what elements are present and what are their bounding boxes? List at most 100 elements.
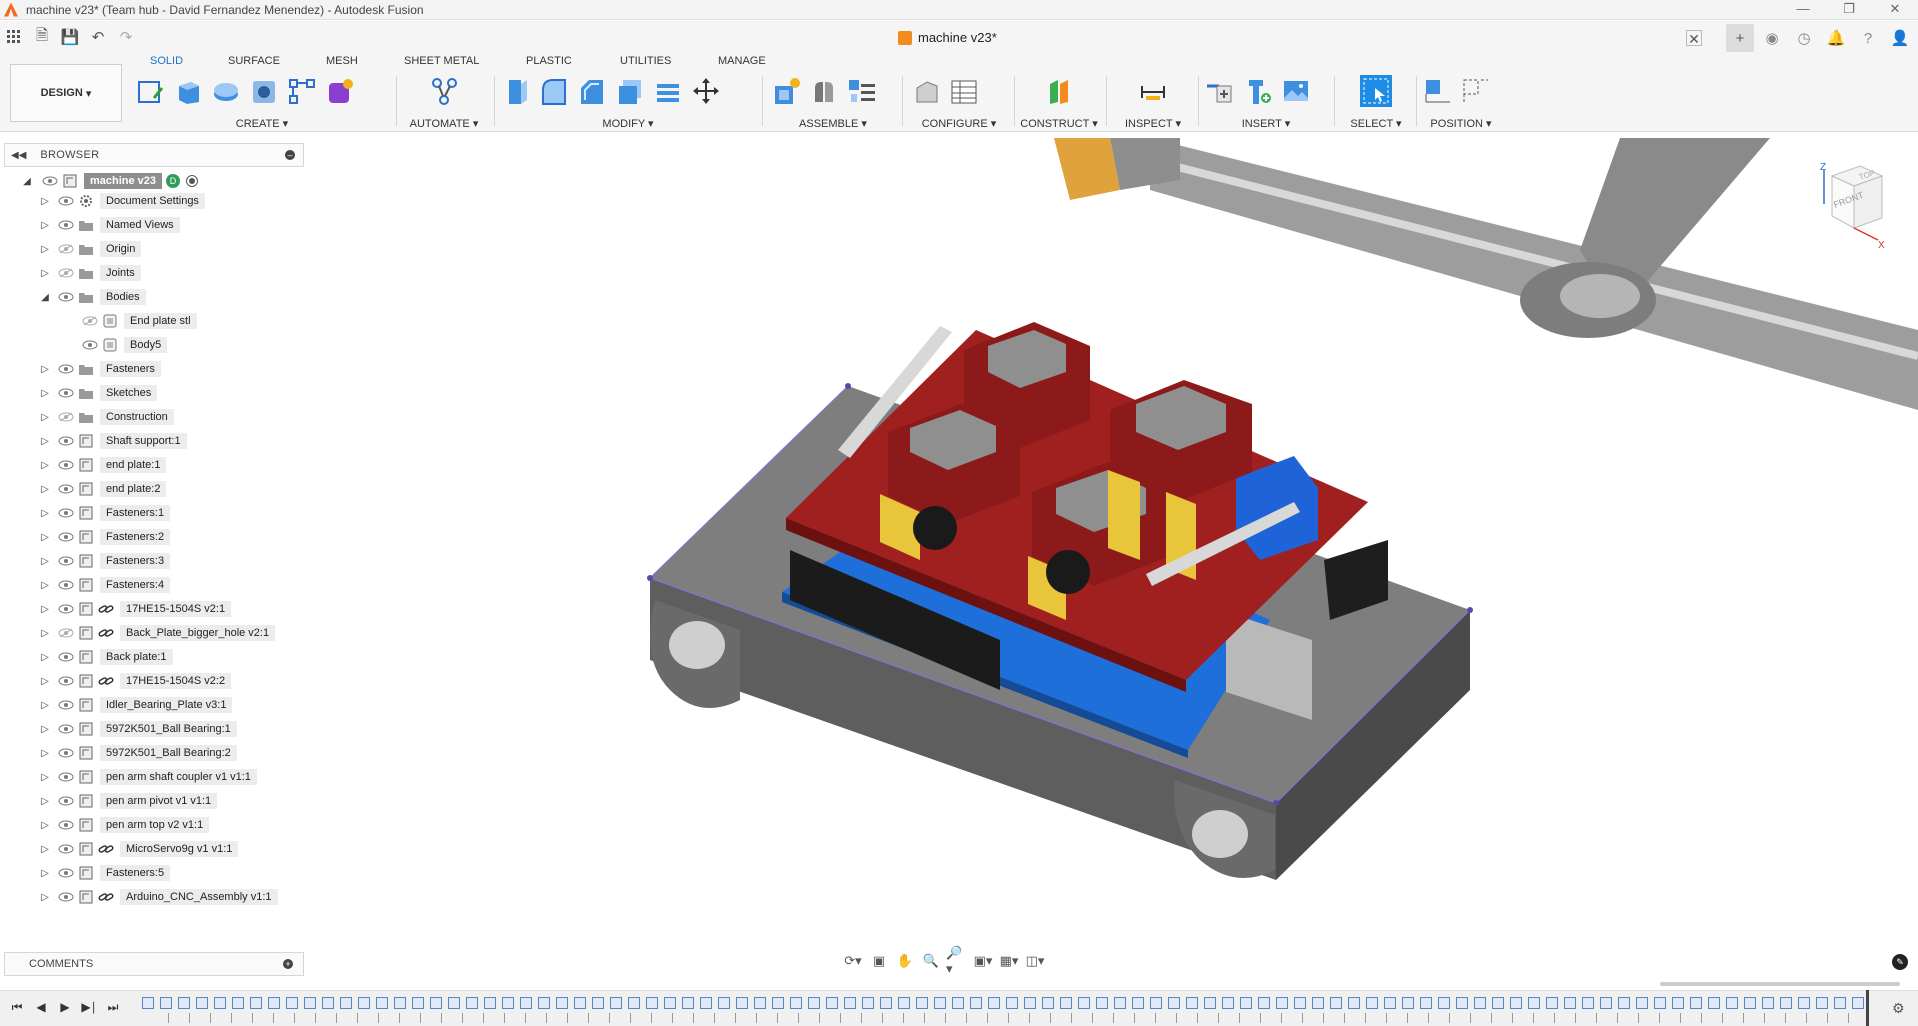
timeline-feature-icon[interactable] (196, 997, 208, 1009)
timeline-feature-icon[interactable] (1294, 997, 1306, 1009)
timeline-marker[interactable] (1866, 990, 1869, 1026)
visibility-eye-icon[interactable] (58, 601, 74, 617)
timeline-feature-icon[interactable] (1024, 997, 1036, 1009)
browser-item[interactable]: ▷ Back_Plate_bigger_hole v2:1 (38, 623, 276, 643)
timeline-feature-icon[interactable] (1798, 997, 1810, 1009)
timeline-feature-icon[interactable] (1690, 997, 1702, 1009)
expand-arrow-icon[interactable]: ▷ (38, 388, 52, 399)
expand-arrow-icon[interactable]: ▷ (38, 796, 52, 807)
visibility-eye-icon[interactable] (58, 649, 74, 665)
timeline-feature-icon[interactable] (484, 997, 496, 1009)
timeline-feature-icon[interactable] (736, 997, 748, 1009)
timeline-feature-icon[interactable] (1420, 997, 1432, 1009)
timeline-feature-icon[interactable] (1708, 997, 1720, 1009)
expand-arrow-icon[interactable]: ▷ (38, 820, 52, 831)
feedback-icon[interactable]: ✎ (1892, 954, 1908, 970)
visibility-eye-icon[interactable] (58, 361, 74, 377)
timeline-feature-icon[interactable] (592, 997, 604, 1009)
expand-arrow-icon[interactable]: ▷ (38, 652, 52, 663)
visibility-eye-icon[interactable] (58, 529, 74, 545)
timeline-feature-icon[interactable] (1186, 997, 1198, 1009)
visibility-eye-icon[interactable] (58, 817, 74, 833)
timeline-feature-icon[interactable] (826, 997, 838, 1009)
chamfer-icon[interactable] (576, 75, 608, 107)
browser-item[interactable]: ▷ pen arm top v2 v1:1 (38, 815, 210, 835)
close-icon[interactable]: ✕ (1872, 0, 1918, 20)
browser-item[interactable]: ▷ pen arm shaft coupler v1 v1:1 (38, 767, 257, 787)
close-tab-icon[interactable]: ✕ (1686, 30, 1702, 47)
go-to-start-icon[interactable]: ⏮ (10, 1000, 24, 1014)
browser-item[interactable]: ▷ Arduino_CNC_Assembly v1:1 (38, 887, 278, 907)
browser-item[interactable]: ▷ Fasteners:3 (38, 551, 171, 571)
timeline-feature-icon[interactable] (358, 997, 370, 1009)
browser-item[interactable]: ▷ end plate:1 (38, 455, 167, 475)
timeline-feature-icon[interactable] (394, 997, 406, 1009)
minimize-browser-icon[interactable]: – (285, 150, 295, 160)
document-tab[interactable]: machine v23* (898, 30, 997, 45)
timeline-feature-icon[interactable] (790, 997, 802, 1009)
display-settings-icon[interactable]: ▣▾ (972, 950, 994, 972)
timeline-feature-icon[interactable] (970, 997, 982, 1009)
add-comment-icon[interactable]: + (283, 959, 293, 969)
timeline-feature-icon[interactable] (880, 997, 892, 1009)
timeline-feature-icon[interactable] (520, 997, 532, 1009)
timeline-feature-icon[interactable] (1330, 997, 1342, 1009)
expand-arrow-icon[interactable]: ▷ (38, 484, 52, 495)
visibility-eye-icon[interactable] (58, 457, 74, 473)
timeline-feature-icon[interactable] (1492, 997, 1504, 1009)
timeline-feature-icon[interactable] (1510, 997, 1522, 1009)
visibility-hidden-icon[interactable] (58, 625, 74, 641)
timeline-feature-icon[interactable] (862, 997, 874, 1009)
timeline-feature-icon[interactable] (1384, 997, 1396, 1009)
timeline-feature-icon[interactable] (1654, 997, 1666, 1009)
timeline-feature-icon[interactable] (988, 997, 1000, 1009)
browser-item[interactable]: Body5 (60, 335, 168, 355)
orbit-icon[interactable]: ⟳▾ (842, 950, 864, 972)
browser-item[interactable]: ▷ Fasteners:4 (38, 575, 171, 595)
move-copy-icon[interactable] (690, 75, 722, 107)
timeline-feature-icon[interactable] (1852, 997, 1864, 1009)
expand-arrow-icon[interactable]: ▷ (38, 892, 52, 903)
expand-arrow-icon[interactable]: ▷ (38, 628, 52, 639)
expand-arrow-icon[interactable]: ▷ (38, 532, 52, 543)
play-icon[interactable]: ▶ (58, 1000, 72, 1014)
visibility-eye-icon[interactable] (58, 769, 74, 785)
browser-item[interactable]: ▷ Named Views (38, 215, 180, 235)
timeline-feature-icon[interactable] (322, 997, 334, 1009)
new-component-icon[interactable] (770, 75, 802, 107)
timeline-scrollbar[interactable] (1660, 982, 1900, 986)
viewcube[interactable]: TOP FRONT Z X (1816, 160, 1886, 253)
expand-arrow-icon[interactable]: ▷ (38, 580, 52, 591)
user-avatar-icon[interactable]: 👤 (1886, 24, 1914, 52)
timeline-feature-icon[interactable] (556, 997, 568, 1009)
browser-item[interactable]: ▷ Origin (38, 239, 142, 259)
collapse-arrow-icon[interactable]: ◢ (38, 292, 52, 303)
browser-item[interactable]: End plate stl (60, 311, 197, 331)
timeline-feature-icon[interactable] (1474, 997, 1486, 1009)
construct-plane-icon[interactable] (1043, 75, 1075, 107)
timeline-feature-icon[interactable] (232, 997, 244, 1009)
redo-icon[interactable]: ↷ (112, 23, 140, 51)
select-icon[interactable] (1360, 75, 1392, 107)
timeline-feature-icon[interactable] (808, 997, 820, 1009)
construct-group-label[interactable]: CONSTRUCT ▾ (1018, 117, 1100, 130)
3d-viewport[interactable] (310, 138, 1918, 976)
timeline-feature-icon[interactable] (1060, 997, 1072, 1009)
expand-arrow-icon[interactable]: ▷ (38, 676, 52, 687)
timeline-feature-icon[interactable] (448, 997, 460, 1009)
timeline-feature-icon[interactable] (1276, 997, 1288, 1009)
undo-icon[interactable]: ↶ (84, 23, 112, 51)
tab-mesh[interactable]: MESH (326, 55, 358, 67)
timeline-feature-icon[interactable] (1762, 997, 1774, 1009)
expand-arrow-icon[interactable]: ▷ (38, 196, 52, 207)
timeline-feature-icon[interactable] (1096, 997, 1108, 1009)
visibility-eye-icon[interactable] (58, 289, 74, 305)
select-group-label[interactable]: SELECT ▾ (1340, 117, 1412, 130)
expand-arrow-icon[interactable]: ▷ (38, 364, 52, 375)
visibility-hidden-icon[interactable] (58, 241, 74, 257)
browser-item[interactable]: ▷ end plate:2 (38, 479, 167, 499)
expand-arrow-icon[interactable]: ▷ (38, 748, 52, 759)
timeline-feature-icon[interactable] (934, 997, 946, 1009)
timeline-feature-icon[interactable] (502, 997, 514, 1009)
timeline-feature-icon[interactable] (1618, 997, 1630, 1009)
